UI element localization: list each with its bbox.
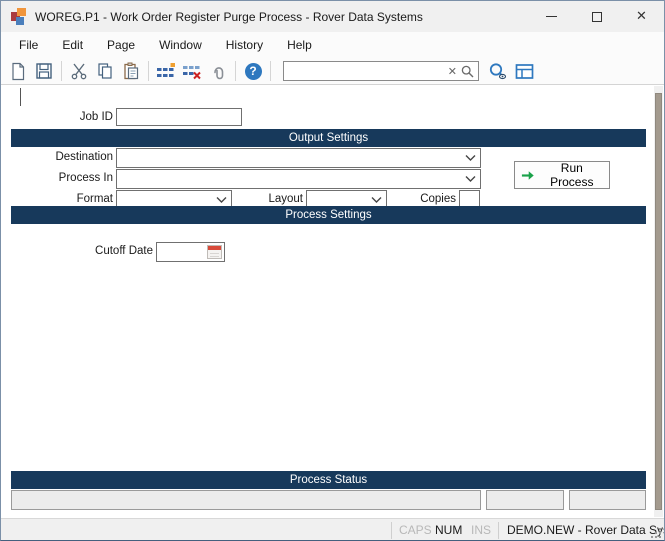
toolbar-separator [148,61,149,81]
help-icon: ? [245,63,262,80]
menu-edit[interactable]: Edit [50,34,95,56]
chevron-down-icon [465,155,476,161]
chevron-down-icon [465,176,476,182]
vertical-scrollbar[interactable] [654,86,663,517]
process-in-select[interactable] [116,169,481,189]
menu-history[interactable]: History [214,34,275,56]
close-button[interactable]: ✕ [619,1,664,32]
toolbar-separator [235,61,236,81]
process-in-label: Process In [21,172,113,184]
title-bar: WOREG.P1 - Work Order Register Purge Pro… [1,1,664,32]
new-document-icon [9,62,27,81]
toolbar-separator [270,61,271,81]
app-window: WOREG.P1 - Work Order Register Purge Pro… [0,0,665,541]
copy-button[interactable] [92,59,118,83]
find-record-button[interactable] [485,59,511,83]
run-process-label: Run Process [541,161,603,189]
copy-icon [96,62,114,80]
process-status-message-field [11,490,481,510]
delete-record-icon [182,62,202,80]
chevron-down-icon [216,197,227,203]
attachment-icon [209,62,227,80]
search-input[interactable] [284,63,444,79]
minimize-icon [546,16,557,17]
minimize-button[interactable] [529,1,574,32]
layout-label: Layout [241,193,303,205]
menu-page[interactable]: Page [95,34,147,56]
process-settings-header: Process Settings [11,206,646,224]
format-label: Format [21,193,113,205]
run-arrow-icon [521,170,535,181]
search-magnifier-icon[interactable] [461,65,478,78]
save-icon [35,62,53,80]
grid-view-icon [515,63,534,80]
ins-indicator: INS [471,523,491,537]
status-bar: CAPS NUM INS DEMO.NEW - Rover Data Syste… [1,518,664,541]
cutoff-date-input[interactable] [156,242,225,262]
statusbar-separator [498,522,499,539]
maximize-button[interactable] [574,1,619,32]
add-record-button[interactable] [153,59,179,83]
toolbar-separator [61,61,62,81]
chevron-down-icon [371,197,382,203]
maximize-icon [592,12,602,22]
scrollbar-thumb[interactable] [655,93,662,510]
menu-help[interactable]: Help [275,34,324,56]
job-id-label: Job ID [21,111,113,123]
find-record-icon [488,62,508,81]
menu-bar: File Edit Page Window History Help [1,32,664,58]
output-settings-header: Output Settings [11,129,646,147]
process-status-header: Process Status [11,471,646,489]
paste-icon [122,62,140,80]
text-caret [20,88,21,106]
destination-select[interactable] [116,148,481,168]
run-process-button[interactable]: Run Process [514,161,610,189]
process-status-time-field [569,490,646,510]
search-clear-icon[interactable]: ✕ [444,66,461,77]
process-status-count-field [486,490,564,510]
statusbar-separator [391,522,392,539]
app-logo-icon [11,8,28,25]
window-controls: ✕ [529,1,664,32]
add-record-icon [156,62,176,80]
cut-button[interactable] [66,59,92,83]
new-document-button[interactable] [5,59,31,83]
attachment-button[interactable] [205,59,231,83]
destination-label: Destination [21,151,113,163]
caps-indicator: CAPS [399,523,432,537]
menu-window[interactable]: Window [147,34,214,56]
resize-grip[interactable] [651,528,661,538]
grid-view-button[interactable] [511,59,537,83]
paste-button[interactable] [118,59,144,83]
help-button[interactable]: ? [240,59,266,83]
cutoff-date-label: Cutoff Date [61,245,153,257]
session-label: DEMO.NEW - Rover Data Systems [507,523,665,537]
delete-record-button[interactable] [179,59,205,83]
menu-file[interactable]: File [7,34,50,56]
job-id-input[interactable] [116,108,242,126]
toolbar: ? ✕ [1,58,664,85]
window-title: WOREG.P1 - Work Order Register Purge Pro… [35,10,423,24]
copies-label: Copies [396,193,456,205]
cut-icon [70,62,88,80]
calendar-icon[interactable] [207,245,222,259]
num-indicator: NUM [435,523,462,537]
toolbar-search: ✕ [283,61,479,81]
close-icon: ✕ [636,10,647,23]
save-button[interactable] [31,59,57,83]
